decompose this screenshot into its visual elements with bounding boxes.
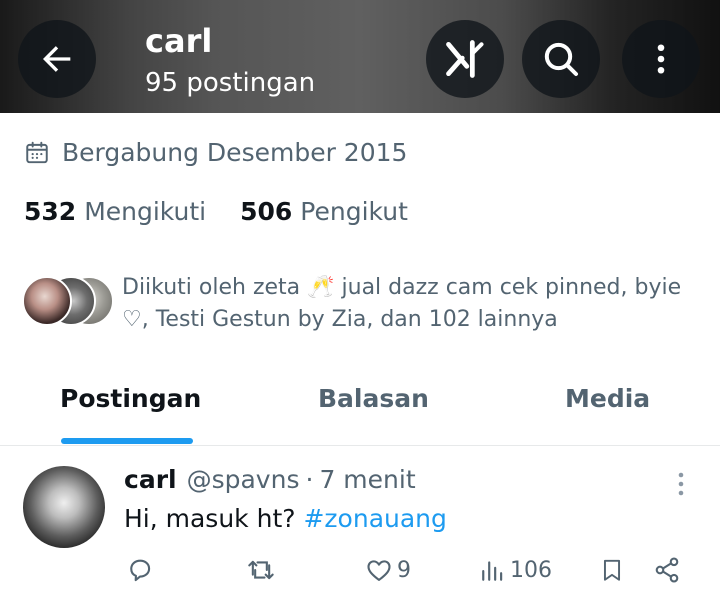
followers-label: Pengikut [300, 197, 408, 226]
heart-icon [367, 560, 391, 581]
post-actions: 9 106 [0, 556, 720, 596]
profile-title: carl [145, 22, 213, 60]
back-button[interactable] [18, 20, 96, 98]
repost-button[interactable] [245, 556, 277, 584]
grok-button[interactable] [426, 20, 504, 98]
joined-date: Bergabung Desember 2015 [24, 138, 407, 167]
post-item[interactable]: carl @spavns · 7 menit Hi, masuk ht? #zo… [0, 447, 720, 601]
following-count: 532 [24, 197, 77, 226]
post-separator: · [305, 465, 314, 494]
tab-posts[interactable]: Postingan [60, 384, 201, 413]
followed-by-text: Diikuti oleh zeta 🥂 jual dazz cam cek pi… [122, 275, 682, 332]
mutual-avatars [22, 272, 118, 328]
like-button[interactable]: 9 [365, 556, 411, 584]
profile-tabs: Postingan Balasan Media [0, 372, 720, 446]
active-tab-indicator [61, 438, 193, 444]
post-body: Hi, masuk ht? [124, 504, 296, 533]
bookmark-button[interactable] [599, 556, 625, 584]
more-options-button[interactable] [622, 20, 700, 98]
calendar-icon [26, 141, 48, 163]
followers-count: 506 [240, 197, 293, 226]
post-author-name[interactable]: carl [124, 465, 177, 494]
profile-header-banner: carl 95 postingan [0, 0, 720, 113]
post-header: carl @spavns · 7 menit [124, 465, 416, 494]
following-label: Mengikuti [84, 197, 207, 226]
avatar[interactable] [23, 466, 105, 548]
post-author-handle[interactable]: @spavns [187, 465, 300, 494]
post-count: 95 postingan [145, 68, 316, 98]
repost-icon [248, 560, 274, 580]
bookmark-icon [603, 559, 621, 581]
search-icon [544, 42, 578, 76]
followed-by[interactable]: Diikuti oleh zeta 🥂 jual dazz cam cek pi… [22, 272, 712, 336]
hashtag-link[interactable]: #zonauang [303, 504, 446, 533]
views-chart-icon [482, 561, 503, 581]
following-link[interactable]: 532 Mengikuti [24, 197, 206, 226]
search-button[interactable] [522, 20, 600, 98]
views-button[interactable]: 106 [480, 556, 552, 584]
like-count: 9 [397, 557, 411, 583]
post-more-button[interactable] [676, 471, 686, 501]
avatar [22, 276, 72, 326]
more-vertical-icon [657, 44, 665, 74]
reply-button[interactable] [126, 556, 154, 584]
grok-icon [446, 40, 484, 78]
share-icon [655, 557, 679, 583]
tab-replies[interactable]: Balasan [318, 384, 429, 413]
follow-stats: 532 Mengikuti 506 Pengikut [24, 197, 442, 226]
view-count: 106 [510, 557, 552, 583]
more-vertical-icon [678, 472, 684, 496]
followers-link[interactable]: 506 Pengikut [240, 197, 408, 226]
reply-icon [130, 559, 151, 582]
joined-text: Bergabung Desember 2015 [62, 138, 408, 167]
share-button[interactable] [653, 556, 681, 584]
tab-media[interactable]: Media [565, 384, 650, 413]
post-text: Hi, masuk ht? #zonauang [124, 504, 447, 533]
post-timestamp[interactable]: 7 menit [319, 465, 415, 494]
back-arrow-icon [43, 46, 71, 72]
